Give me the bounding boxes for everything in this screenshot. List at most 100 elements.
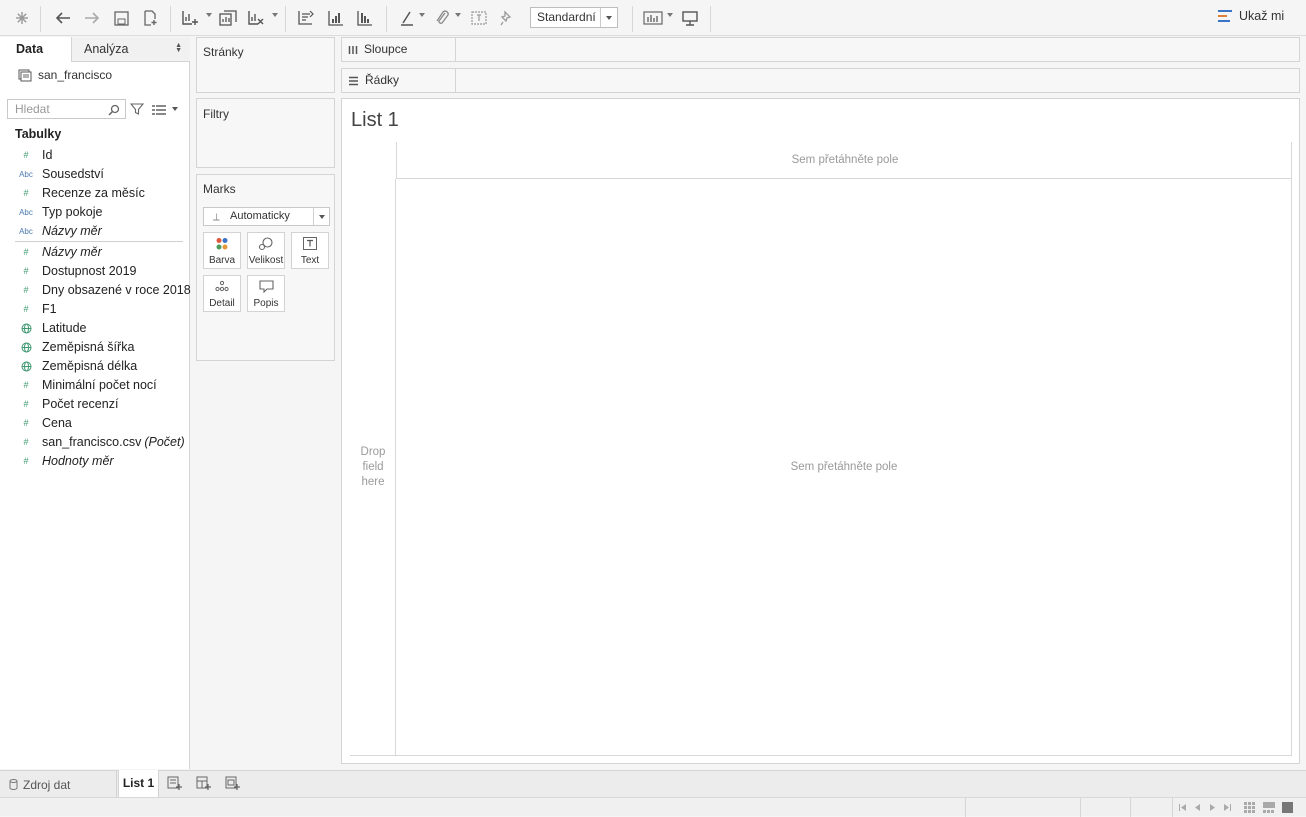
field-item[interactable]: # Cena <box>0 414 189 433</box>
show-me-label: Ukaž mi <box>1239 9 1285 23</box>
fit-select[interactable]: Standardní <box>530 7 618 28</box>
new-datasource-icon[interactable] <box>140 6 160 30</box>
field-item[interactable]: # Minimální počet nocí <box>0 376 189 395</box>
columns-shelf[interactable]: Sloupce <box>341 37 1300 62</box>
view-body-drop-zone[interactable]: Sem přetáhněte pole <box>396 179 1292 756</box>
tab-data[interactable]: Data <box>0 37 71 62</box>
presentation-mode-icon[interactable] <box>679 6 701 30</box>
view-options-icon[interactable] <box>152 103 166 121</box>
field-name: Názvy měr <box>42 245 102 259</box>
new-worksheet-icon[interactable] <box>179 6 201 30</box>
field-name: Latitude <box>42 321 87 335</box>
mark-type-value: Automaticky <box>230 210 290 222</box>
text-button[interactable]: Text <box>291 232 329 269</box>
columns-drop-zone[interactable]: Sem přetáhněte pole <box>396 142 1292 179</box>
color-label: Barva <box>208 255 236 266</box>
show-cards-icon[interactable] <box>641 6 665 30</box>
filters-card-title: Filtry <box>203 107 229 121</box>
globe-icon <box>17 357 35 376</box>
tab-analysis-label: Analýza <box>84 42 129 56</box>
datasource-item[interactable]: san_francisco <box>18 68 112 82</box>
sheet-tab-list-1[interactable]: List 1 <box>118 770 159 798</box>
mark-type-select[interactable]: ⟂ Automaticky <box>203 207 330 226</box>
field-name: Cena <box>42 416 72 430</box>
show-mark-labels-icon[interactable] <box>469 6 489 30</box>
color-button[interactable]: Barva <box>203 232 241 269</box>
field-item[interactable]: Latitude <box>0 319 189 338</box>
fit-select-value: Standardní <box>537 10 596 24</box>
sheet-title[interactable]: List 1 <box>351 109 399 132</box>
search-icon <box>108 103 120 121</box>
swap-rows-columns-icon[interactable] <box>295 6 317 30</box>
filter-icon[interactable] <box>129 102 145 121</box>
field-item[interactable]: # Recenze za měsíc <box>0 184 189 203</box>
tooltip-button[interactable]: Popis <box>247 275 285 312</box>
field-name: Sousedství <box>42 167 104 181</box>
field-name: Hodnoty měr <box>42 454 114 468</box>
highlight-dropdown-icon[interactable] <box>419 13 425 17</box>
field-item[interactable]: Abc Názvy měr <box>0 222 189 241</box>
number-type-icon: # <box>23 285 29 295</box>
new-worksheet-tab-icon[interactable] <box>167 776 183 796</box>
field-item[interactable]: # san_francisco.csv (Počet) <box>0 433 189 452</box>
field-item[interactable]: # Dny obsazené v roce 2018 <box>0 281 190 300</box>
size-button[interactable]: Velikost <box>247 232 285 269</box>
undo-icon[interactable] <box>52 6 74 30</box>
field-item[interactable]: # Dostupnost 2019 <box>0 262 189 281</box>
number-type-icon: # <box>23 456 29 466</box>
number-type-icon: # <box>23 437 29 447</box>
show-me-button[interactable]: Ukaž mi <box>1218 9 1284 23</box>
rows-shelf[interactable]: Řádky <box>341 68 1300 93</box>
new-dashboard-tab-icon[interactable] <box>196 776 212 796</box>
size-icon <box>248 237 284 251</box>
tab-analysis[interactable]: Analýza ▲ ▼ <box>71 37 190 62</box>
datasource-tab[interactable]: Zdroj dat <box>0 771 117 798</box>
sort-descending-icon[interactable] <box>354 6 376 30</box>
pane-tabs: Data Analýza ▲ ▼ <box>0 37 190 62</box>
clear-sheet-icon[interactable] <box>245 6 267 30</box>
field-item[interactable]: # Počet recenzí <box>0 395 189 414</box>
new-story-tab-icon[interactable] <box>225 776 241 796</box>
columns-shelf-label: Sloupce <box>364 42 408 56</box>
highlight-icon[interactable] <box>397 6 417 30</box>
field-item[interactable]: Zeměpisná šířka <box>0 338 189 357</box>
save-icon[interactable] <box>111 6 131 30</box>
filters-card[interactable]: Filtry <box>196 98 335 168</box>
globe-icon <box>17 338 35 357</box>
sort-ascending-icon[interactable] <box>325 6 347 30</box>
field-item[interactable]: # F1 <box>0 300 189 319</box>
field-item[interactable]: # Id <box>0 146 189 165</box>
search-input[interactable]: Hledat <box>7 99 126 119</box>
group-dropdown-icon[interactable] <box>455 13 461 17</box>
redo-icon[interactable] <box>81 6 103 30</box>
field-item[interactable]: Abc Typ pokoje <box>0 203 189 222</box>
sheet-navigation-icon <box>1179 804 1231 811</box>
field-name: F1 <box>42 302 57 316</box>
updown-arrows-icon: ▲ ▼ <box>175 42 182 54</box>
marks-card-title: Marks <box>203 182 236 196</box>
clear-sheet-dropdown-icon[interactable] <box>272 13 278 17</box>
duplicate-sheet-icon[interactable] <box>217 6 239 30</box>
rows-drop-hint-line-2: field <box>362 461 384 473</box>
columns-drop-hint: Sem přetáhněte pole <box>791 154 899 166</box>
sheet-tabs-bar: Zdroj dat List 1 <box>0 770 1306 798</box>
rows-drop-zone[interactable]: Drop field here <box>350 179 396 756</box>
detail-button[interactable]: Detail <box>203 275 241 312</box>
tableau-logo-icon[interactable] <box>12 6 32 30</box>
rows-icon <box>349 76 358 85</box>
group-members-icon[interactable] <box>432 6 452 30</box>
show-cards-dropdown-icon[interactable] <box>667 13 673 17</box>
field-item[interactable]: Zeměpisná délka <box>0 357 189 376</box>
field-item[interactable]: # Názvy měr <box>0 243 189 262</box>
rows-drop-hint-line-3: here <box>361 476 385 488</box>
view-options-dropdown-icon[interactable] <box>172 107 178 111</box>
field-item[interactable]: Abc Sousedství <box>0 165 189 184</box>
pages-card[interactable]: Stránky <box>196 37 335 93</box>
datasource-name: san_francisco <box>38 68 113 82</box>
field-name: Zeměpisná šířka <box>42 340 135 354</box>
show-me-icon <box>1218 10 1232 22</box>
field-item[interactable]: # Hodnoty měr <box>0 452 189 471</box>
number-type-icon: # <box>23 380 29 390</box>
new-worksheet-dropdown-icon[interactable] <box>206 13 212 17</box>
fix-axes-icon[interactable] <box>497 6 517 30</box>
